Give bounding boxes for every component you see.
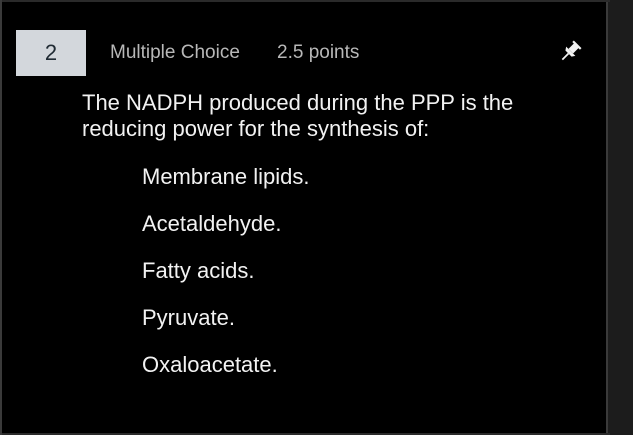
- question-type: Multiple Choice: [110, 42, 240, 63]
- question-number: 2: [44, 40, 58, 65]
- question-number-badge: 2: [16, 30, 86, 76]
- answer-option[interactable]: Oxaloacetate.: [142, 350, 310, 397]
- answer-option[interactable]: Acetaldehyde.: [142, 209, 310, 256]
- answer-option[interactable]: Membrane lipids.: [142, 162, 310, 209]
- page-background: 2 Multiple Choice 2.5 points The NADPH p…: [0, 0, 633, 435]
- question-text: The NADPH produced during the PPP is the…: [82, 90, 514, 141]
- answer-option[interactable]: Pyruvate.: [142, 303, 310, 350]
- pin-button[interactable]: [554, 36, 586, 68]
- pin-icon: [561, 40, 582, 61]
- card-top-border: [2, 0, 610, 2]
- question-card: 2 Multiple Choice 2.5 points The NADPH p…: [0, 0, 610, 435]
- question-points: 2.5 points: [277, 42, 360, 63]
- answer-option[interactable]: Fatty acids.: [142, 256, 310, 303]
- answer-options: Membrane lipids. Acetaldehyde. Fatty aci…: [142, 162, 310, 397]
